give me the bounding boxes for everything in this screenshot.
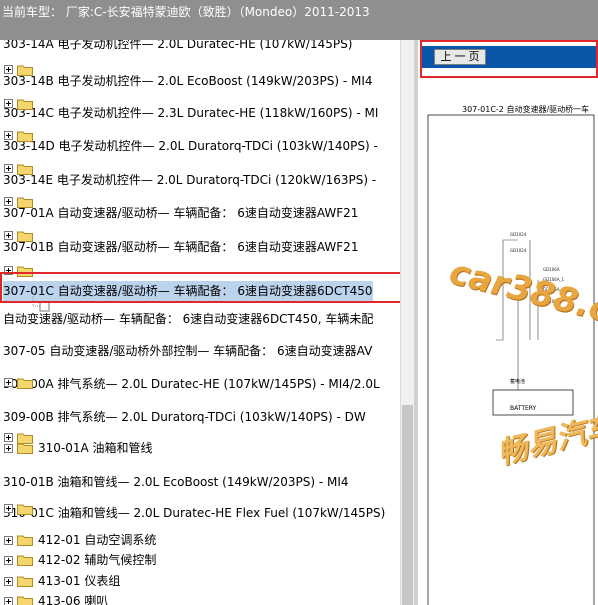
expand-toggle-icon[interactable] xyxy=(4,597,13,605)
tree-item[interactable]: 310-01B 油箱和管线— 2.0L EcoBoost (149kW/203P… xyxy=(3,472,349,492)
tree-item[interactable]: 413-01 仪表组 xyxy=(38,571,120,591)
selected-item-highlight xyxy=(0,272,402,303)
diagram-title: 307-01C-2 自动变速器/驱动桥一车 xyxy=(462,104,589,114)
wire-label: GD106A xyxy=(543,267,560,272)
tree-item[interactable]: 303-14B 电子发动机控件— 2.0L EcoBoost (149kW/20… xyxy=(3,71,373,91)
tree-item[interactable]: 307-01A 自动变速器/驱动桥— 车辆配备： 6速自动变速器AWF21 xyxy=(3,203,358,223)
folder-icon xyxy=(17,164,33,175)
tree-item[interactable]: 307-05 自动变速器/驱动桥外部控制— 车辆配备： 6速自动变速器AV xyxy=(3,341,372,361)
tree-item[interactable]: 309-00A 排气系统— 2.0L Duratec-HE (107kW/145… xyxy=(3,374,380,394)
wire-label: GD1024 xyxy=(510,248,527,253)
tree-scrollbar-thumb[interactable] xyxy=(402,405,413,605)
tree-item[interactable]: 412-02 辅助气候控制 xyxy=(38,550,156,570)
expand-toggle-icon[interactable] xyxy=(4,99,13,108)
folder-icon xyxy=(17,596,33,605)
tree-item[interactable]: 310-01A 油箱和管线 xyxy=(38,438,153,458)
wiring-diagram: 307-01C-2 自动变速器/驱动桥一车 BATTERY 蓄电池 GD1024… xyxy=(427,104,595,605)
expand-toggle-icon[interactable] xyxy=(4,65,13,74)
tree-item[interactable]: 412-01 自动空调系统 xyxy=(38,530,156,550)
tree-item[interactable]: 303-14A 电子发动机控件— 2.0L Duratec-HE (107kW/… xyxy=(3,40,352,54)
folder-icon xyxy=(17,197,33,208)
prev-page-highlight xyxy=(420,40,598,78)
tree-item[interactable]: 303-14E 电子发动机控件— 2.0L Duratorq-TDCi (120… xyxy=(3,170,376,190)
expand-toggle-icon[interactable] xyxy=(4,433,13,442)
vehicle-title: 当前车型： 厂家:C-长安福特蒙迪欧（致胜）（Mondeo）2011-2013 xyxy=(2,5,370,19)
folder-icon xyxy=(17,99,33,110)
expand-toggle-icon[interactable] xyxy=(4,504,13,513)
tree-item[interactable]: 413-06 喇叭 xyxy=(38,591,108,605)
tree-item[interactable]: 303-14C 电子发动机控件— 2.3L Duratec-HE (118kW/… xyxy=(3,103,378,123)
diagram-viewer: 上 一 页 307-01C-2 自动变速器/驱动桥一车 BATTERY 蓄电池 … xyxy=(418,40,598,605)
tree-item[interactable]: 自动变速器/驱动桥— 车辆配备： 6速自动变速器6DCT450, 车辆未配 xyxy=(3,309,373,329)
folder-icon xyxy=(17,535,33,546)
relay-label: 蓄电池 xyxy=(510,378,525,385)
expand-toggle-icon[interactable] xyxy=(4,231,13,240)
tree-scrollbar[interactable] xyxy=(400,40,414,605)
diagram-frame xyxy=(427,114,595,605)
expand-toggle-icon[interactable] xyxy=(4,378,13,387)
expand-toggle-icon[interactable] xyxy=(4,164,13,173)
expand-toggle-icon[interactable] xyxy=(4,444,13,453)
tree-item[interactable]: 303-14D 电子发动机控件— 2.0L Duratorq-TDCi (103… xyxy=(3,136,378,156)
tree-item[interactable]: 310-01C 油箱和管线— 2.0L Duratec-HE Flex Fuel… xyxy=(3,503,385,523)
folder-icon xyxy=(17,378,33,389)
tree-item[interactable]: 309-00B 排气系统— 2.0L Duratorq-TDCi (103kW/… xyxy=(3,407,366,427)
expand-toggle-icon[interactable] xyxy=(4,577,13,586)
tree-item[interactable]: 307-01B 自动变速器/驱动桥— 车辆配备： 6速自动变速器AWF21 xyxy=(3,237,358,257)
folder-icon xyxy=(17,504,33,515)
battery-label: BATTERY xyxy=(510,405,537,412)
expand-toggle-icon[interactable] xyxy=(4,131,13,140)
expand-toggle-icon[interactable] xyxy=(4,197,13,206)
folder-icon xyxy=(17,131,33,142)
folder-icon xyxy=(17,576,33,587)
folder-icon xyxy=(17,555,33,566)
expand-toggle-icon[interactable] xyxy=(4,556,13,565)
topic-tree[interactable]: 303-14A 电子发动机控件— 2.0L Duratec-HE (107kW/… xyxy=(0,40,400,605)
title-bar: 当前车型： 厂家:C-长安福特蒙迪欧（致胜）（Mondeo）2011-2013 xyxy=(0,0,598,40)
folder-icon xyxy=(17,65,33,76)
wire-label: GD1024 xyxy=(510,232,527,237)
folder-icon xyxy=(17,231,33,242)
expand-toggle-icon[interactable] xyxy=(4,536,13,545)
folder-icon xyxy=(17,443,33,454)
